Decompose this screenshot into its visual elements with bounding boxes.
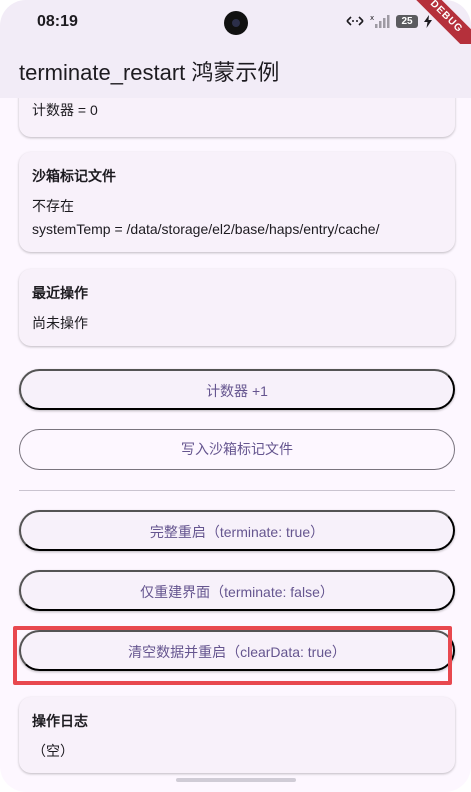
front-camera (224, 11, 248, 35)
log-value: （空） (32, 743, 74, 759)
phone-screen: 08:19 x 25 DEBUG terminate_restart 鸿蒙示例 (0, 0, 471, 792)
charging-icon (424, 14, 432, 28)
log-card: 操作日志 （空） (19, 697, 455, 773)
status-icons: x 25 (346, 14, 432, 28)
page-title: terminate_restart 鸿蒙示例 (19, 60, 280, 85)
counter-card: 计数器 = 0 (19, 98, 455, 137)
sandbox-path: systemTemp = /data/storage/el2/base/haps… (32, 221, 380, 237)
recent-action-value: 尚未操作 (32, 315, 88, 331)
write-marker-button[interactable]: 写入沙箱标记文件 (19, 429, 455, 470)
scroll-content[interactable]: 计数器 = 0 沙箱标记文件 不存在 systemTemp = /data/st… (0, 98, 471, 792)
signal-icon: x (370, 14, 390, 28)
recent-action-card: 最近操作 尚未操作 (19, 269, 455, 346)
sandbox-status: 不存在 (32, 198, 74, 214)
divider (19, 490, 455, 491)
log-card-title: 操作日志 (32, 713, 88, 729)
data-transfer-icon (346, 16, 364, 26)
svg-text:x: x (370, 14, 374, 22)
app-bar: terminate_restart 鸿蒙示例 (0, 44, 471, 98)
sandbox-card: 沙箱标记文件 不存在 systemTemp = /data/storage/el… (19, 152, 455, 252)
recent-card-title: 最近操作 (32, 285, 88, 301)
status-bar: 08:19 x 25 DEBUG (0, 0, 471, 63)
home-indicator[interactable] (176, 778, 296, 782)
status-time: 08:19 (37, 13, 78, 30)
highlight-box (13, 626, 452, 685)
counter-value: 计数器 = 0 (32, 102, 98, 118)
rebuild-ui-button[interactable]: 仅重建界面（terminate: false） (19, 570, 455, 611)
increment-counter-button[interactable]: 计数器 +1 (19, 369, 455, 410)
full-restart-button[interactable]: 完整重启（terminate: true） (19, 510, 455, 551)
battery-icon: 25 (396, 14, 418, 28)
sandbox-card-title: 沙箱标记文件 (32, 168, 116, 184)
